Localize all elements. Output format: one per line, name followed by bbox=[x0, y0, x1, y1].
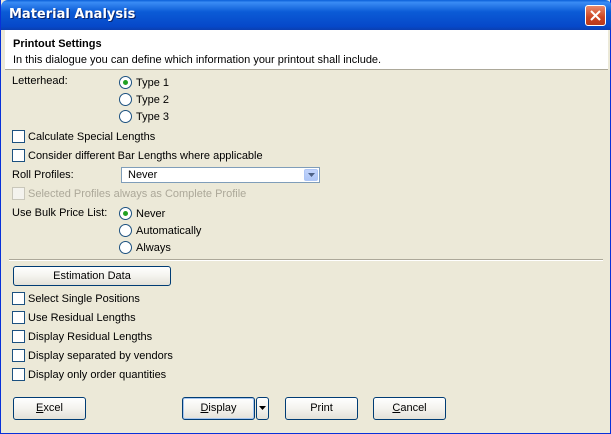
consider-bar-lengths-label[interactable]: Consider different Bar Lengths where app… bbox=[28, 150, 263, 162]
display-label-rest: isplay bbox=[208, 402, 237, 414]
dialog-window: Material Analysis Printout Settings In t… bbox=[0, 0, 611, 434]
cancel-button[interactable]: Cancel bbox=[373, 397, 446, 420]
roll-profiles-dropdown-button[interactable] bbox=[304, 169, 318, 181]
dropdown-arrow-icon bbox=[259, 406, 266, 410]
letterhead-type1-radio[interactable] bbox=[119, 76, 132, 89]
letterhead-label: Letterhead: bbox=[12, 75, 68, 87]
excel-label-rest: xcel bbox=[43, 402, 63, 414]
close-button[interactable] bbox=[585, 5, 606, 26]
select-single-positions-label[interactable]: Select Single Positions bbox=[28, 293, 140, 305]
display-order-quantities-label[interactable]: Display only order quantities bbox=[28, 369, 166, 381]
bulk-price-label: Use Bulk Price List: bbox=[12, 207, 108, 219]
calc-special-lengths-checkbox[interactable] bbox=[12, 130, 25, 143]
chevron-down-icon bbox=[308, 173, 315, 177]
display-order-quantities-checkbox[interactable] bbox=[12, 368, 25, 381]
letterhead-type3-label[interactable]: Type 3 bbox=[136, 111, 169, 123]
close-icon bbox=[590, 10, 601, 21]
letterhead-type2-radio[interactable] bbox=[119, 93, 132, 106]
letterhead-type2-label[interactable]: Type 2 bbox=[136, 94, 169, 106]
bulk-price-never-label[interactable]: Never bbox=[136, 208, 165, 220]
use-residual-lengths-checkbox[interactable] bbox=[12, 311, 25, 324]
roll-profiles-label: Roll Profiles: bbox=[12, 169, 74, 181]
letterhead-type1-label[interactable]: Type 1 bbox=[136, 77, 169, 89]
roll-profiles-value: Never bbox=[128, 169, 158, 181]
consider-bar-lengths-checkbox[interactable] bbox=[12, 149, 25, 162]
header-description: In this dialogue you can define which in… bbox=[13, 54, 382, 66]
selected-profiles-complete-checkbox[interactable] bbox=[12, 187, 25, 200]
display-separated-vendors-label[interactable]: Display separated by vendors bbox=[28, 350, 173, 362]
display-button[interactable]: Display bbox=[182, 397, 255, 420]
header-panel: Printout Settings In this dialogue you c… bbox=[5, 30, 608, 70]
bulk-price-automatically-label[interactable]: Automatically bbox=[136, 225, 201, 237]
bulk-price-never-radio[interactable] bbox=[119, 207, 132, 220]
section-separator bbox=[9, 259, 603, 261]
use-residual-lengths-label[interactable]: Use Residual Lengths bbox=[28, 312, 136, 324]
display-separated-vendors-checkbox[interactable] bbox=[12, 349, 25, 362]
selected-profiles-complete-label: Selected Profiles always as Complete Pro… bbox=[28, 188, 247, 200]
print-button[interactable]: Print bbox=[285, 397, 358, 420]
roll-profiles-select[interactable]: Never bbox=[121, 167, 320, 183]
window-title: Material Analysis bbox=[9, 7, 136, 22]
display-options-dropdown[interactable] bbox=[256, 397, 269, 420]
header-title: Printout Settings bbox=[13, 38, 102, 50]
letterhead-type3-radio[interactable] bbox=[119, 110, 132, 123]
display-residual-lengths-checkbox[interactable] bbox=[12, 330, 25, 343]
title-bar[interactable]: Material Analysis bbox=[1, 0, 611, 30]
bulk-price-always-radio[interactable] bbox=[119, 241, 132, 254]
estimation-data-button[interactable]: Estimation Data bbox=[13, 266, 171, 286]
cancel-label-rest: ancel bbox=[400, 402, 427, 414]
calc-special-lengths-label[interactable]: Calculate Special Lengths bbox=[28, 131, 155, 143]
bulk-price-always-label[interactable]: Always bbox=[136, 242, 171, 254]
select-single-positions-checkbox[interactable] bbox=[12, 292, 25, 305]
excel-button[interactable]: Excel bbox=[13, 397, 86, 420]
bulk-price-automatically-radio[interactable] bbox=[119, 224, 132, 237]
display-residual-lengths-label[interactable]: Display Residual Lengths bbox=[28, 331, 152, 343]
